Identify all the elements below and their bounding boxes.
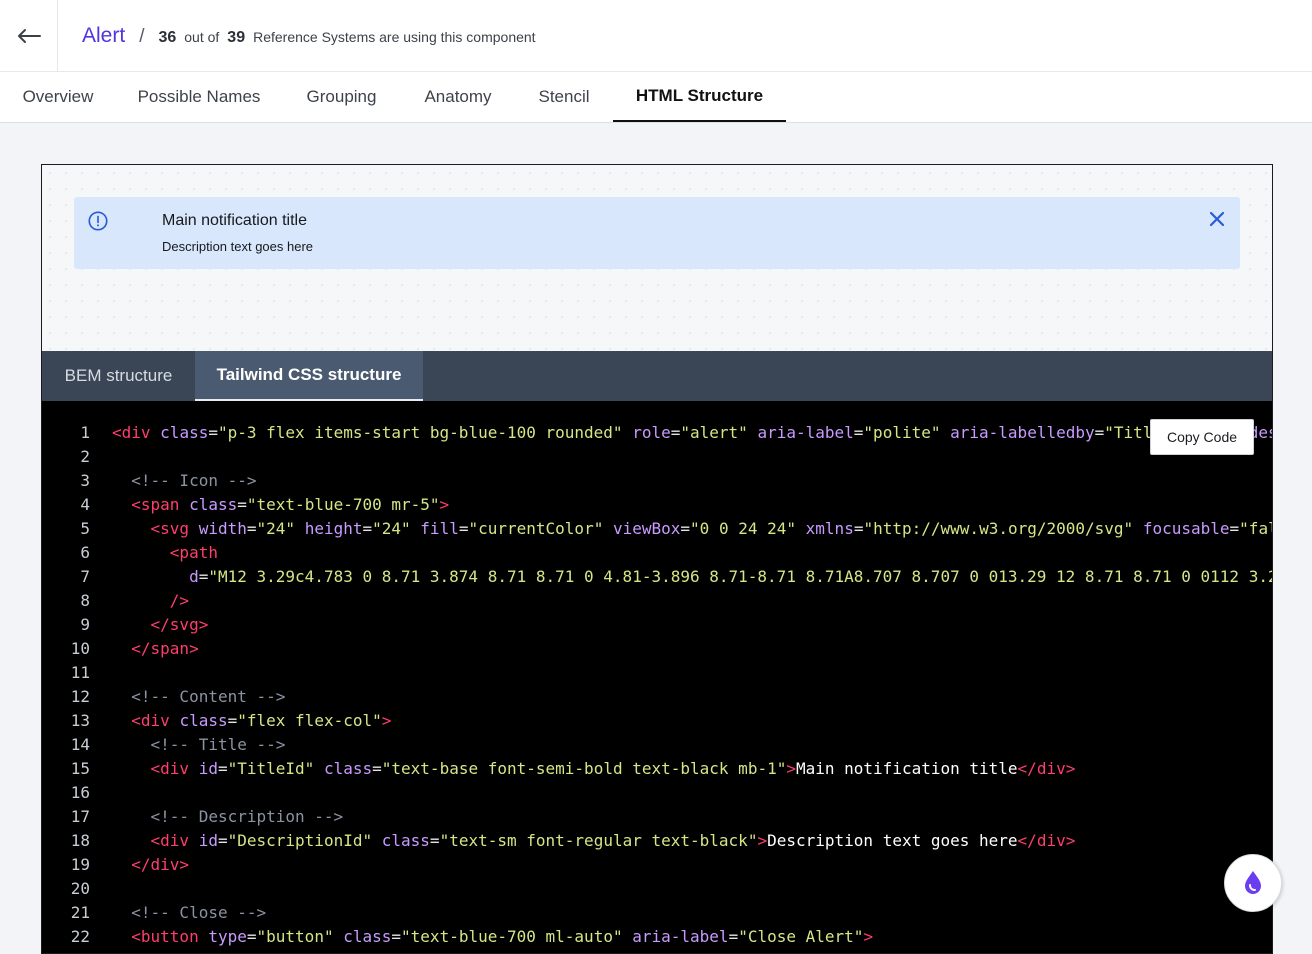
code-line: 5 <svg width="24" height="24" fill="curr…: [42, 517, 1272, 541]
code-line: 15 <div id="TitleId" class="text-base fo…: [42, 757, 1272, 781]
breadcrumb: Alert / 36 out of 39 Reference Systems a…: [58, 24, 536, 48]
code-line-text: <!-- Content -->: [131, 687, 286, 706]
code-line: 13 <div class="flex flex-col">: [42, 709, 1272, 733]
code-line-text: </div>: [131, 855, 190, 874]
component-tabs: Overview Possible Names Grouping Anatomy…: [0, 72, 1312, 123]
line-number: 19: [70, 855, 90, 874]
line-number: 18: [70, 831, 90, 850]
line-number: 17: [70, 807, 90, 826]
line-number: 22: [70, 927, 90, 946]
tab-bem-structure[interactable]: BEM structure: [42, 351, 195, 401]
code-line-text: <div class="p-3 flex items-start bg-blue…: [112, 423, 1272, 442]
code-line-text: <div id="TitleId" class="text-base font-…: [150, 759, 1076, 778]
top-bar: Alert / 36 out of 39 Reference Systems a…: [0, 0, 1312, 72]
code-line: 7 d="M12 3.29c4.783 0 8.71 3.874 8.71 8.…: [42, 565, 1272, 589]
alert-title: Main notification title: [162, 212, 307, 229]
line-number: 1: [80, 423, 90, 442]
line-number: 6: [80, 543, 90, 562]
code-line-text: <!-- Close -->: [131, 903, 267, 922]
close-icon[interactable]: [1206, 208, 1228, 230]
code-block: 1 <div class="p-3 flex items-start bg-blu…: [42, 401, 1272, 953]
out-of-label: out of: [184, 28, 220, 45]
alert-preview: Main notification title Description text…: [42, 165, 1272, 351]
tab-anatomy[interactable]: Anatomy: [401, 72, 515, 122]
arrow-left-icon: [17, 28, 41, 43]
tab-grouping[interactable]: Grouping: [282, 72, 401, 122]
breadcrumb-separator: /: [139, 25, 145, 47]
tab-tailwind-structure[interactable]: Tailwind CSS structure: [195, 351, 423, 401]
code-line: 14 <!-- Title -->: [42, 733, 1272, 757]
code-line: 2: [42, 445, 1272, 469]
code-line-text: <span class="text-blue-700 mr-5">: [131, 495, 450, 514]
code-line-text: <!-- Title -->: [150, 735, 286, 754]
code-line-text: <!-- Description -->: [150, 807, 344, 826]
line-number: 7: [80, 567, 90, 586]
code-line-text: </svg>: [150, 615, 209, 634]
tab-possible-names[interactable]: Possible Names: [116, 72, 282, 122]
code-line-text: <path: [169, 543, 218, 562]
line-number: 3: [80, 471, 90, 490]
code-line-text: <button type="button" class="text-blue-7…: [131, 927, 874, 946]
line-number: 8: [80, 591, 90, 610]
code-line: 21 <!-- Close -->: [42, 901, 1272, 925]
drop-icon: [1237, 867, 1269, 899]
code-line: 1 <div class="p-3 flex items-start bg-blu…: [42, 421, 1272, 445]
line-number: 4: [80, 495, 90, 514]
code-line: 17 <!-- Description -->: [42, 805, 1272, 829]
usage-description: Reference Systems are using this compone…: [253, 28, 536, 45]
line-number: 20: [70, 879, 90, 898]
code-line-text: <!-- Icon -->: [131, 471, 257, 490]
back-button[interactable]: [0, 0, 58, 72]
tab-html-structure[interactable]: HTML Structure: [613, 72, 786, 122]
code-line-text: </span>: [131, 639, 199, 658]
info-icon: [88, 211, 108, 231]
alert-description: Description text goes here: [162, 239, 314, 254]
code-line: 19 </div>: [42, 853, 1272, 877]
component-title-link[interactable]: Alert: [82, 24, 125, 48]
code-format-tabs: BEM structure Tailwind CSS structure: [42, 351, 1272, 401]
line-number: 16: [70, 783, 90, 802]
line-number: 21: [70, 903, 90, 922]
line-number: 10: [70, 639, 90, 658]
code-line: 4 <span class="text-blue-700 mr-5">: [42, 493, 1272, 517]
code-line: 3 <!-- Icon -->: [42, 469, 1272, 493]
code-line-text: />: [169, 591, 190, 610]
alert-component: Main notification title Description text…: [74, 197, 1240, 269]
code-line-text: <div id="DescriptionId" class="text-sm f…: [150, 831, 1076, 850]
code-line: 12 <!-- Content -->: [42, 685, 1272, 709]
code-line: 11: [42, 661, 1272, 685]
code-line-text: <svg width="24" height="24" fill="curren…: [150, 519, 1272, 538]
line-number: 14: [70, 735, 90, 754]
tab-overview[interactable]: Overview: [0, 72, 116, 122]
usage-count: 36: [158, 28, 177, 46]
line-number: 9: [80, 615, 90, 634]
code-line: 18 <div id="DescriptionId" class="text-s…: [42, 829, 1272, 853]
line-number: 2: [80, 447, 90, 466]
total-count: 39: [227, 28, 246, 46]
line-number: 13: [70, 711, 90, 730]
code-line: 6 <path: [42, 541, 1272, 565]
copy-code-button[interactable]: Copy Code: [1150, 419, 1254, 455]
code-line: 10 </span>: [42, 637, 1272, 661]
code-line-text: d="M12 3.29c4.783 0 8.71 3.874 8.71 8.71…: [189, 567, 1272, 586]
code-line-text: <div class="flex flex-col">: [131, 711, 392, 730]
line-number: 12: [70, 687, 90, 706]
tab-stencil[interactable]: Stencil: [515, 72, 613, 122]
code-line: 20: [42, 877, 1272, 901]
code-line: 16: [42, 781, 1272, 805]
line-number: 11: [70, 663, 90, 682]
line-number: 15: [70, 759, 90, 778]
code-line: 8 />: [42, 589, 1272, 613]
html-structure-panel: Main notification title Description text…: [41, 164, 1273, 954]
code-line: 9 </svg>: [42, 613, 1272, 637]
assistant-fab[interactable]: [1224, 854, 1282, 912]
code-line: 22 <button type="button" class="text-blu…: [42, 925, 1272, 949]
line-number: 5: [80, 519, 90, 538]
